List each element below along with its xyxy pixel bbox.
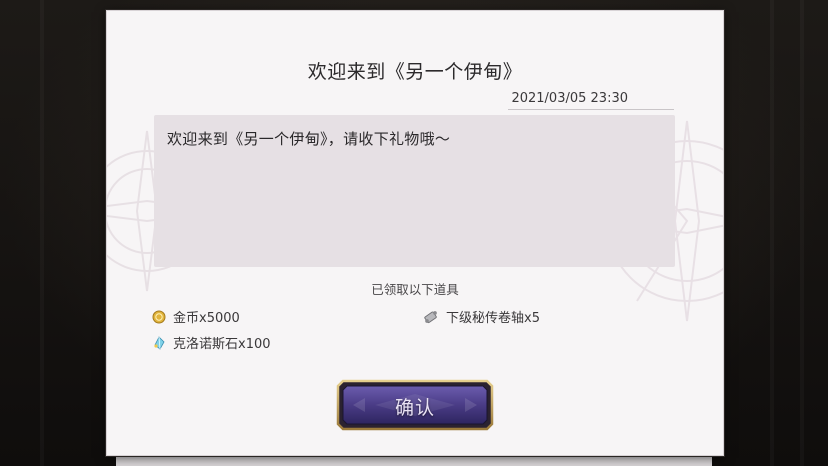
- scroll-icon: [424, 310, 437, 323]
- reward-item-chronos-stone: 克洛诺斯石x100: [152, 333, 271, 352]
- date-underline: 2021/03/05 23:30: [508, 81, 674, 110]
- chronos-stone-icon: [154, 335, 165, 350]
- gold-coin-icon: [152, 310, 166, 323]
- message-box: 欢迎来到《另一个伊甸》，请收下礼物哦～: [154, 115, 675, 267]
- dialog-title: 欢迎来到《另一个伊甸》: [307, 61, 523, 83]
- confirm-button-label: 确认: [394, 397, 435, 419]
- reward-item-label: 金币x5000: [173, 311, 240, 326]
- panel-bottom-edge: [116, 456, 712, 466]
- confirm-button[interactable]: 确认: [335, 378, 495, 432]
- message-text: 欢迎来到《另一个伊甸》，请收下礼物哦～: [167, 130, 451, 148]
- reward-item-scroll: 下级秘传卷轴x5: [423, 307, 540, 326]
- reward-item-label: 下级秘传卷轴x5: [446, 311, 540, 326]
- mail-dialog: 欢迎来到《另一个伊甸》 2021/03/05 23:30 欢迎来到《另一个伊甸》…: [106, 10, 724, 456]
- mail-date: 2021/03/05 23:30: [511, 91, 628, 106]
- reward-item-label: 克洛诺斯石x100: [173, 337, 271, 352]
- received-items-label: 已领取以下道具: [371, 282, 459, 297]
- reward-item-gold: 金币x5000: [152, 307, 240, 326]
